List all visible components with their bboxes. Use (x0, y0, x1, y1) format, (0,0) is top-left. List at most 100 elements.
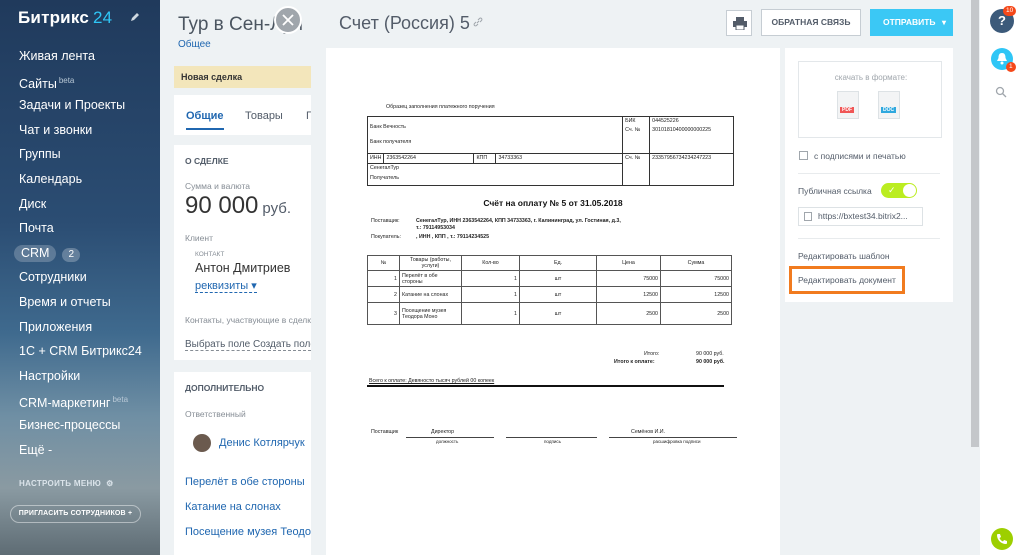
supplier-line-1: СенегалТур, ИНН 2363542264, КПП 34733363… (416, 218, 621, 224)
client-requisites-link[interactable]: реквизиты ▾ (195, 279, 257, 293)
signature-supplier-label: Поставщик (371, 429, 399, 435)
table-header-row: № Товары (работы, услуги) Кол-во Ед. Цен… (367, 255, 732, 271)
deal-sum: 90 000 руб. (185, 192, 292, 219)
inn-value: 2363542264 (383, 153, 475, 164)
right-panel: ? 10 1 (980, 0, 1024, 555)
close-slider-button[interactable] (274, 6, 302, 34)
supplier-line-2: т.: 79114953034 (416, 225, 455, 231)
sidebar-item-apps[interactable]: Приложения (0, 315, 160, 340)
sidebar-item-1c-crm[interactable]: 1С + CRM Битрикс24 (0, 339, 160, 364)
public-url-field[interactable]: https://bxtest34.bitrix2... (798, 207, 923, 226)
sample-caption: Образец заполнения платежного поручения (386, 104, 495, 110)
sidebar-item-employees[interactable]: Сотрудники (0, 265, 160, 290)
table-row: 3 Посещение музея Теодора Моно 1 шт 2500 2500 (367, 302, 732, 325)
print-button[interactable] (726, 10, 752, 36)
sidebar-item-more[interactable]: Ещё - (0, 438, 160, 463)
create-field-link[interactable]: Создать поле (253, 339, 316, 351)
sign-caption: подпись (544, 439, 562, 444)
sidebar-item-crm-marketing[interactable]: CRM-маркетинг beta (0, 388, 160, 413)
deal-extra-card: ДОПОЛНИТЕЛЬНО Ответственный Денис Котляр… (174, 372, 320, 555)
signature-position: Директор (431, 429, 455, 435)
tab-products[interactable]: Товары (245, 110, 283, 122)
close-icon (282, 14, 294, 26)
download-box: скачать в формате: PDF DOC (798, 61, 942, 138)
product-link[interactable]: Посещение музея Теодора Моно (185, 526, 320, 538)
send-button[interactable]: ОТПРАВИТЬ ▾ (870, 9, 953, 36)
bank-details-table: Банк Вечность Банк получателя БИК Сч. № 04… (366, 116, 734, 186)
link-icon[interactable] (473, 17, 483, 27)
public-link-toggle[interactable]: ✓ (881, 183, 917, 198)
amount-in-words: Всего к оплате: Девяносто тысяч рублей 0… (369, 378, 495, 384)
sidebar-item-disk[interactable]: Диск (0, 192, 160, 217)
sum-label: Сумма и валюта (185, 181, 250, 191)
decode-caption: расшифровка подписи (653, 439, 701, 444)
inn-label: ИНН (366, 153, 385, 164)
invite-employees-button[interactable]: ПРИГЛАСИТЬ СОТРУДНИКОВ + (10, 505, 141, 523)
contact-type-label: КОНТАКТ (195, 251, 225, 258)
sidebar-item-bizproc[interactable]: Бизнес-процессы (0, 413, 160, 438)
avatar (193, 434, 211, 452)
signatures-checkbox[interactable] (799, 151, 808, 160)
client-label: Клиент (185, 233, 213, 243)
position-caption: должность (436, 439, 459, 444)
recipient-company: СенегалТур (370, 165, 399, 171)
sidebar-item-crm[interactable]: CRM 2 (0, 241, 160, 266)
sidebar-item-calendar[interactable]: Календарь (0, 167, 160, 192)
deal-about-card: О СДЕЛКЕ Сумма и валюта 90 000 руб. Клиен… (174, 145, 320, 360)
select-field-link[interactable]: Выбрать поле (185, 339, 251, 351)
responsible-user[interactable]: Денис Котлярчук (193, 434, 305, 452)
deal-stage-bar[interactable]: Новая сделка (174, 66, 320, 88)
sidebar-item-sites[interactable]: Сайты beta (0, 69, 160, 94)
extra-heading: ДОПОЛНИТЕЛЬНО (185, 383, 265, 393)
table-row: 2 Катание на слонах 1 шт 12500 12500 (367, 286, 732, 303)
sidebar-item-chat[interactable]: Чат и звонки (0, 118, 160, 143)
items-table: № Товары (работы, услуги) Кол-во Ед. Цен… (367, 255, 732, 325)
doc-file-icon[interactable]: DOC (878, 91, 900, 119)
settlement-account: 23357956734234247223 (649, 153, 734, 186)
total-value: 90 000 руб. (696, 351, 724, 357)
tab-general[interactable]: Общие (186, 110, 224, 130)
table-row: 1 Перелёт в обе стороны 1 шт 75000 75000 (367, 270, 732, 287)
buyer-label: Покупатель: (371, 234, 401, 240)
sidebar-item-settings[interactable]: Настройки (0, 364, 160, 389)
kpp-label: КПП (473, 153, 497, 164)
sidebar-item-time-reports[interactable]: Время и отчеты (0, 290, 160, 315)
bik-value: 044525226 (652, 118, 679, 124)
edit-document-link[interactable]: Редактировать документ (789, 266, 905, 294)
pencil-icon[interactable] (130, 12, 140, 22)
feedback-button[interactable]: ОБРАТНАЯ СВЯЗЬ (761, 9, 861, 36)
logo[interactable]: Битрикс 24 (18, 8, 112, 28)
phone-icon (997, 534, 1007, 544)
invoice-title: Счёт на оплату № 5 от 31.05.2018 (483, 198, 623, 208)
slider-title: Счет (Россия) 5 (339, 13, 470, 33)
responsible-label: Ответственный (185, 409, 246, 419)
product-link[interactable]: Перелёт в обе стороны (185, 476, 305, 488)
signature-line (609, 437, 737, 438)
public-link-label: Публичная ссылка (798, 186, 872, 196)
check-icon: ✓ (888, 185, 896, 195)
separator-line (367, 385, 724, 387)
document-preview: Образец заполнения платежного поручения … (326, 48, 780, 555)
product-link[interactable]: Катание на слонах (185, 501, 281, 513)
scrollbar[interactable] (971, 0, 979, 447)
client-name[interactable]: Антон Дмитриев (195, 261, 290, 275)
sidebar-item-feed[interactable]: Живая лента (0, 44, 160, 69)
copy-icon[interactable] (804, 212, 812, 221)
phone-call-button[interactable] (991, 528, 1013, 550)
deal-category-link[interactable]: Общее (178, 39, 211, 50)
contacts-note: Контакты, участвующие в сделке (185, 315, 316, 325)
pdf-file-icon[interactable]: PDF (837, 91, 859, 119)
sidebar-item-mail[interactable]: Почта (0, 216, 160, 241)
signature-name: Семёнов И.И. (631, 429, 666, 435)
deal-page: Тур в Сен-Луи Общее Новая сделка Общие Т… (160, 0, 320, 555)
search-icon[interactable] (995, 86, 1007, 98)
sidebar-item-tasks[interactable]: Задачи и Проекты (0, 93, 160, 118)
signatures-checkbox-label[interactable]: с подписями и печатью (814, 151, 906, 161)
crm-counter-badge: 2 (62, 247, 81, 262)
signature-line (506, 437, 597, 438)
payable-value: 90 000 руб. (696, 359, 725, 365)
sidebar-item-groups[interactable]: Группы (0, 142, 160, 167)
acc-label: Сч. № (622, 153, 651, 186)
edit-template-link[interactable]: Редактировать шаблон (798, 251, 890, 261)
configure-menu-button[interactable]: НАСТРОИТЬ МЕНЮ ⚙ (19, 479, 114, 488)
